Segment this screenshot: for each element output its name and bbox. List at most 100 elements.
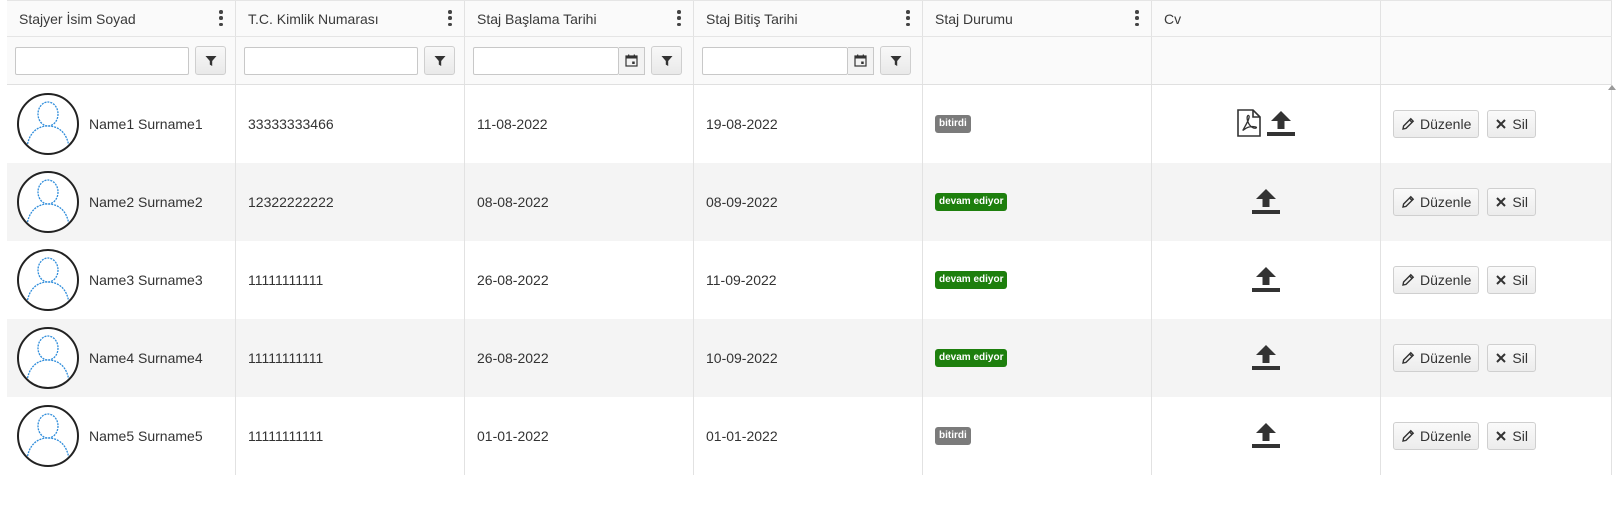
user-avatar-icon — [26, 179, 70, 226]
actions-cell: Düzenle Sil — [1381, 163, 1612, 241]
table-row[interactable]: Name2 Surname2 12322222222 08-08-2022 08… — [7, 163, 1612, 241]
end-date-cell: 19-08-2022 — [694, 85, 923, 163]
start-date-cell: 26-08-2022 — [465, 319, 694, 397]
start-date: 01-01-2022 — [477, 428, 549, 444]
close-icon — [1496, 119, 1507, 129]
filter-cell-name — [7, 37, 236, 84]
column-header-actions — [1381, 1, 1612, 36]
edit-button[interactable]: Düzenle — [1393, 188, 1480, 216]
column-menu-icon[interactable] — [219, 10, 223, 26]
calendar-button[interactable] — [619, 46, 645, 75]
intern-name: Name4 Surname4 — [89, 350, 203, 366]
delete-button-label: Sil — [1512, 116, 1528, 132]
calendar-button[interactable] — [848, 46, 874, 75]
column-menu-icon[interactable] — [677, 10, 681, 26]
column-header-start-date[interactable]: Staj Başlama Tarihi — [465, 1, 694, 36]
column-label: Staj Başlama Tarihi — [477, 10, 597, 27]
pencil-icon — [1402, 429, 1415, 442]
close-icon — [1496, 197, 1507, 207]
edit-button[interactable]: Düzenle — [1393, 110, 1480, 138]
column-label: Cv — [1164, 10, 1182, 27]
edit-button[interactable]: Düzenle — [1393, 344, 1480, 372]
filter-cell-cv — [1152, 37, 1381, 84]
filter-button[interactable] — [880, 46, 911, 75]
end-date: 11-09-2022 — [706, 272, 777, 288]
table-row[interactable]: Name3 Surname3 11111111111 26-08-2022 11… — [7, 241, 1612, 319]
cv-cell — [1152, 85, 1381, 163]
upload-icon[interactable] — [1251, 265, 1281, 296]
status-cell: bitirdi — [923, 397, 1152, 475]
delete-button[interactable]: Sil — [1487, 110, 1536, 138]
column-header-status[interactable]: Staj Durumu — [923, 1, 1152, 36]
column-header-end-date[interactable]: Staj Bitiş Tarihi — [694, 1, 923, 36]
avatar — [17, 171, 79, 233]
filter-button[interactable] — [195, 46, 226, 75]
intern-name-cell: Name4 Surname4 — [7, 319, 236, 397]
filter-start-date-input[interactable] — [473, 46, 619, 75]
scroll-up-arrow-icon[interactable] — [1608, 85, 1616, 90]
user-avatar-icon — [26, 257, 70, 304]
end-date-cell: 01-01-2022 — [694, 397, 923, 475]
tc-number-cell: 12322222222 — [236, 163, 465, 241]
filter-tc-input[interactable] — [244, 46, 418, 75]
column-header-tc[interactable]: T.C. Kimlik Numarası — [236, 1, 465, 36]
upload-icon[interactable] — [1251, 187, 1281, 218]
column-menu-icon[interactable] — [448, 10, 452, 26]
filter-button[interactable] — [424, 46, 455, 75]
column-label: Stajyer İsim Soyad — [19, 10, 136, 27]
funnel-icon — [205, 55, 216, 66]
status-cell: bitirdi — [923, 85, 1152, 163]
delete-button[interactable]: Sil — [1487, 188, 1536, 216]
close-icon — [1496, 353, 1507, 363]
delete-button-label: Sil — [1512, 194, 1528, 210]
delete-button[interactable]: Sil — [1487, 422, 1536, 450]
actions-cell: Düzenle Sil — [1381, 85, 1612, 163]
user-avatar-icon — [26, 413, 70, 460]
intern-name-cell: Name1 Surname1 — [7, 85, 236, 163]
filter-button[interactable] — [651, 46, 682, 75]
edit-button[interactable]: Düzenle — [1393, 266, 1480, 294]
upload-icon[interactable] — [1251, 421, 1281, 452]
filter-name-input[interactable] — [15, 46, 189, 75]
pencil-icon — [1402, 195, 1415, 208]
tc-number: 11111111111 — [248, 272, 324, 288]
upload-icon[interactable] — [1266, 109, 1296, 140]
edit-button[interactable]: Düzenle — [1393, 422, 1480, 450]
intern-name-cell: Name3 Surname3 — [7, 241, 236, 319]
table-row[interactable]: Name1 Surname1 33333333466 11-08-2022 19… — [7, 85, 1612, 163]
tc-number: 33333333466 — [248, 116, 334, 132]
table-row[interactable]: Name5 Surname5 11111111111 01-01-2022 01… — [7, 397, 1612, 475]
edit-button-label: Düzenle — [1420, 116, 1472, 132]
table-row[interactable]: Name4 Surname4 11111111111 26-08-2022 10… — [7, 319, 1612, 397]
column-menu-icon[interactable] — [906, 10, 910, 26]
end-date: 01-01-2022 — [706, 428, 778, 444]
pencil-icon — [1402, 351, 1415, 364]
avatar — [17, 327, 79, 389]
column-header-cv[interactable]: Cv — [1152, 1, 1381, 36]
intern-name-cell: Name2 Surname2 — [7, 163, 236, 241]
intern-name: Name1 Surname1 — [89, 116, 203, 132]
delete-button[interactable]: Sil — [1487, 344, 1536, 372]
delete-button[interactable]: Sil — [1487, 266, 1536, 294]
status-cell: devam ediyor — [923, 241, 1152, 319]
delete-button-label: Sil — [1512, 428, 1528, 444]
funnel-icon — [890, 55, 901, 66]
upload-icon[interactable] — [1251, 343, 1281, 374]
table-body: Name1 Surname1 33333333466 11-08-2022 19… — [7, 85, 1612, 475]
tc-number-cell: 11111111111 — [236, 397, 465, 475]
cv-cell — [1152, 241, 1381, 319]
end-date: 10-09-2022 — [706, 350, 778, 366]
pdf-file-icon[interactable] — [1236, 108, 1262, 140]
status-badge: devam ediyor — [935, 349, 1008, 367]
column-header-name[interactable]: Stajyer İsim Soyad — [7, 1, 236, 36]
pencil-icon — [1402, 117, 1415, 130]
status-badge: bitirdi — [935, 427, 971, 445]
tc-number: 11111111111 — [248, 428, 324, 444]
filter-cell-end-date — [694, 37, 923, 84]
start-date-cell: 11-08-2022 — [465, 85, 694, 163]
column-menu-icon[interactable] — [1135, 10, 1139, 26]
calendar-icon — [854, 54, 867, 67]
pencil-icon — [1402, 273, 1415, 286]
tc-number-cell: 11111111111 — [236, 241, 465, 319]
filter-end-date-input[interactable] — [702, 46, 848, 75]
